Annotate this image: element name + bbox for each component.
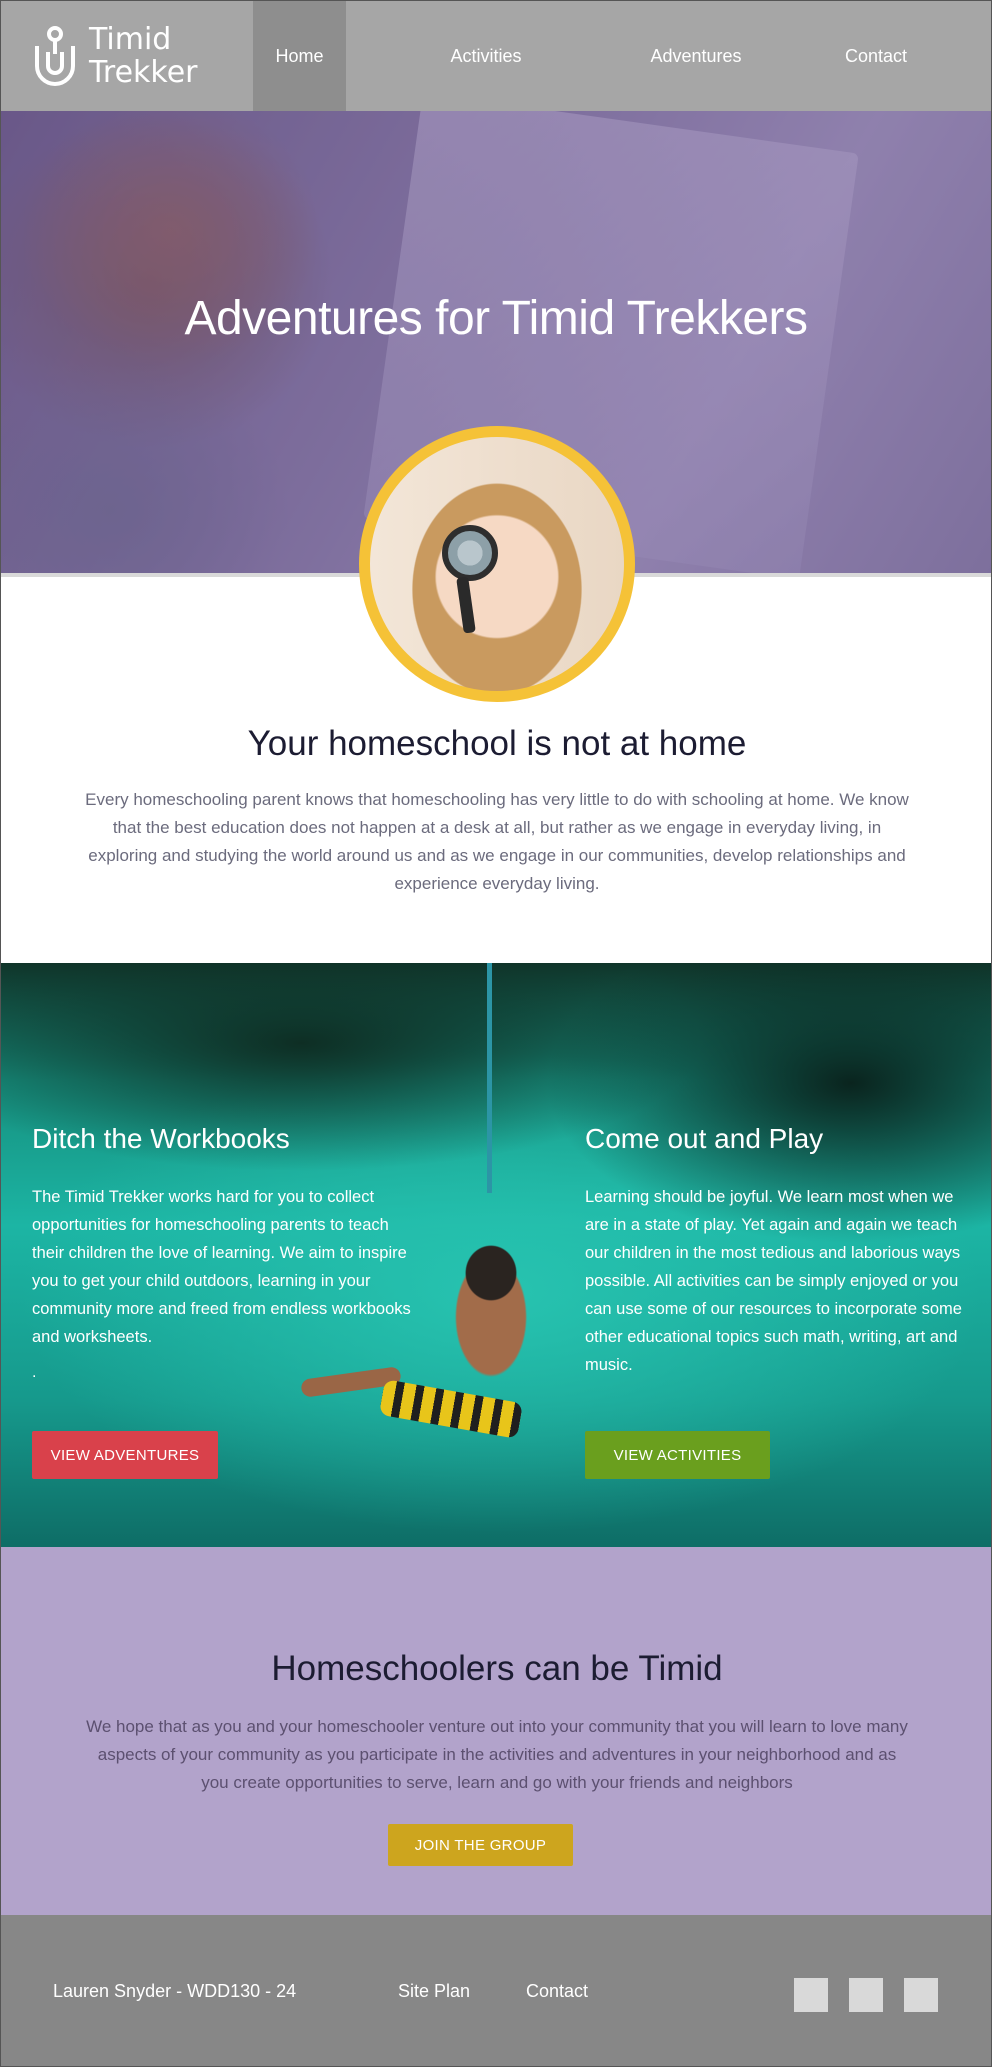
intro-section: Your homeschool is not at home Every hom… xyxy=(1,724,991,898)
nav-home[interactable]: Home xyxy=(253,1,346,111)
social-icon-3[interactable] xyxy=(904,1978,938,2012)
site-header: Timid Trekker Home Activities Adventures… xyxy=(1,1,991,111)
join-group-button[interactable]: JOIN THE GROUP xyxy=(388,1824,573,1866)
logo-icon xyxy=(35,26,75,86)
feature-workbooks-heading: Ditch the Workbooks xyxy=(32,1123,290,1154)
intro-body: Every homeschooling parent knows that ho… xyxy=(85,790,909,893)
brand-name-line2: Trekker xyxy=(89,55,198,90)
feature-play-body: Learning should be joyful. We learn most… xyxy=(585,1188,962,1374)
group-body: We hope that as you and your homeschoole… xyxy=(86,1717,908,1792)
main-nav: Home Activities Adventures Contact xyxy=(253,1,991,111)
footer-credit: Lauren Snyder - WDD130 - 24 xyxy=(53,1981,297,2001)
view-activities-button[interactable]: VIEW ACTIVITIES xyxy=(585,1431,770,1479)
site-footer: Lauren Snyder - WDD130 - 24 Site Plan Co… xyxy=(1,1915,991,2066)
social-icon-1[interactable] xyxy=(794,1978,828,2012)
view-adventures-button[interactable]: VIEW ADVENTURES xyxy=(32,1431,218,1479)
social-icon-2[interactable] xyxy=(849,1978,883,2012)
features-section: Ditch the Workbooks The Timid Trekker wo… xyxy=(1,963,991,1547)
intro-heading: Your homeschool is not at home xyxy=(247,724,747,763)
group-section: Homeschoolers can be Timid We hope that … xyxy=(1,1547,991,1915)
magnifier-handle xyxy=(456,576,476,634)
rope-swing xyxy=(487,963,492,1193)
nav-adventures[interactable]: Adventures xyxy=(626,1,766,111)
logo[interactable]: Timid Trekker xyxy=(1,1,253,111)
boy-swinging-photo xyxy=(446,1193,536,1393)
group-heading: Homeschoolers can be Timid xyxy=(271,1649,723,1688)
feature-workbooks-body: The Timid Trekker works hard for you to … xyxy=(32,1188,411,1346)
feature-workbooks-extra: . xyxy=(32,1364,37,1381)
page: Timid Trekker Home Activities Adventures… xyxy=(0,0,992,2067)
brand-name: Timid Trekker xyxy=(89,23,198,89)
feature-play: Come out and Play Learning should be joy… xyxy=(585,1123,965,1379)
nav-contact[interactable]: Contact xyxy=(766,1,986,111)
nav-activities[interactable]: Activities xyxy=(346,1,626,111)
feature-workbooks: Ditch the Workbooks The Timid Trekker wo… xyxy=(32,1123,422,1381)
magnifying-glass-icon xyxy=(442,525,498,581)
feature-play-heading: Come out and Play xyxy=(585,1123,824,1154)
girl-magnifier-avatar xyxy=(359,426,635,702)
footer-site-plan-link[interactable]: Site Plan xyxy=(398,1981,470,2002)
footer-contact-link[interactable]: Contact xyxy=(526,1981,588,2002)
hero-title: Adventures for Timid Trekkers xyxy=(184,292,808,345)
brand-name-line1: Timid xyxy=(89,22,172,57)
